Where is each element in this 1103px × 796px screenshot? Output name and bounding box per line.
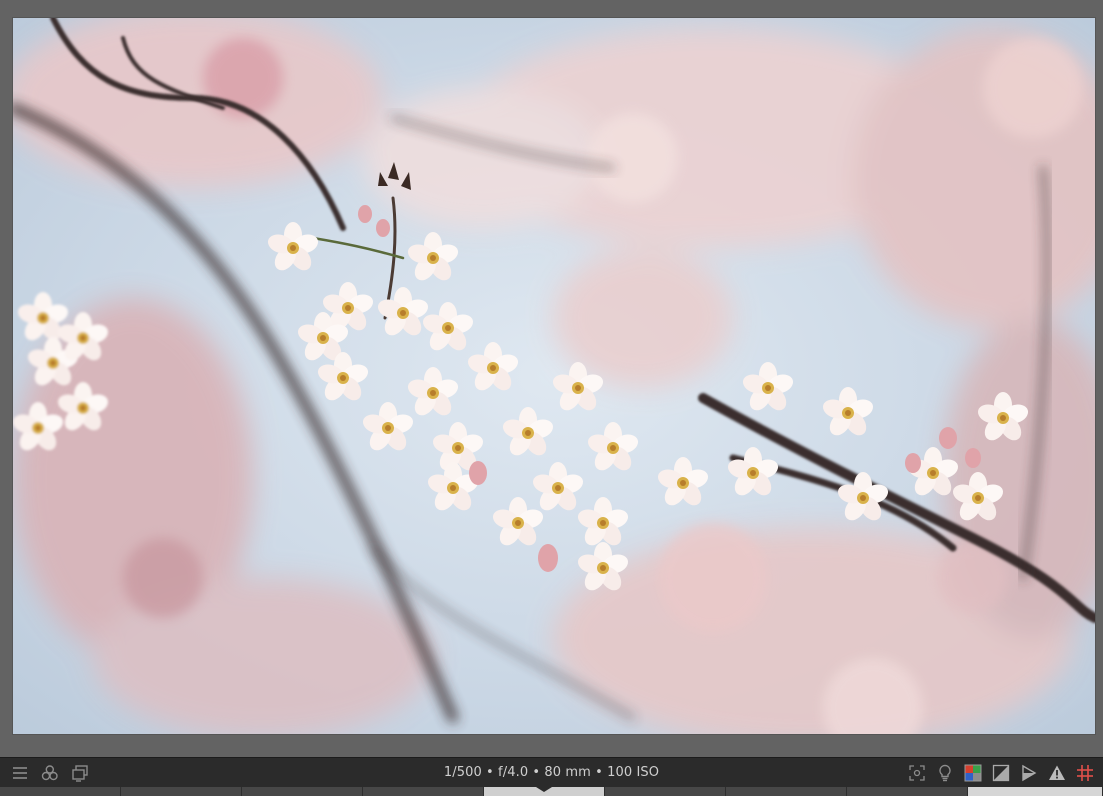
cherry-blossom-photo [13,18,1095,734]
exposure-info: 1/500 • f/4.0 • 80 mm • 100 ISO [443,765,660,780]
toolbar-right-group [803,763,1103,783]
filmstrip-thumbnail[interactable] [726,787,847,796]
image-viewport[interactable] [0,0,1103,757]
filmstrip-thumbnail[interactable] [363,787,484,796]
filmstrip-thumbnail[interactable] [121,787,242,796]
display-profile-icon[interactable] [935,763,955,783]
filmstrip-thumbnail[interactable] [968,787,1103,796]
gamut-check-icon[interactable] [1047,763,1067,783]
toolbar-left-group [0,763,300,783]
overexposure-icon[interactable] [991,763,1011,783]
bottom-toolbar: 1/500 • f/4.0 • 80 mm • 100 ISO [0,757,1103,787]
filmstrip-thumbnail[interactable] [605,787,726,796]
filmstrip-thumbnail[interactable] [242,787,363,796]
filmstrip-thumbnail[interactable] [0,787,121,796]
photo-preview[interactable] [13,18,1095,734]
focus-peaking-icon[interactable] [907,763,927,783]
color-labels-icon[interactable] [40,763,60,783]
color-assessment-icon[interactable] [963,763,983,783]
filmstrip [0,787,1103,796]
guides-icon[interactable] [1075,763,1095,783]
softproof-icon[interactable] [1019,763,1039,783]
darkroom-window: 1/500 • f/4.0 • 80 mm • 100 ISO [0,0,1103,796]
filmstrip-thumbnail-active[interactable] [484,787,605,796]
second-window-icon[interactable] [70,763,90,783]
filmstrip-thumbnail[interactable] [847,787,968,796]
menu-icon[interactable] [10,763,30,783]
